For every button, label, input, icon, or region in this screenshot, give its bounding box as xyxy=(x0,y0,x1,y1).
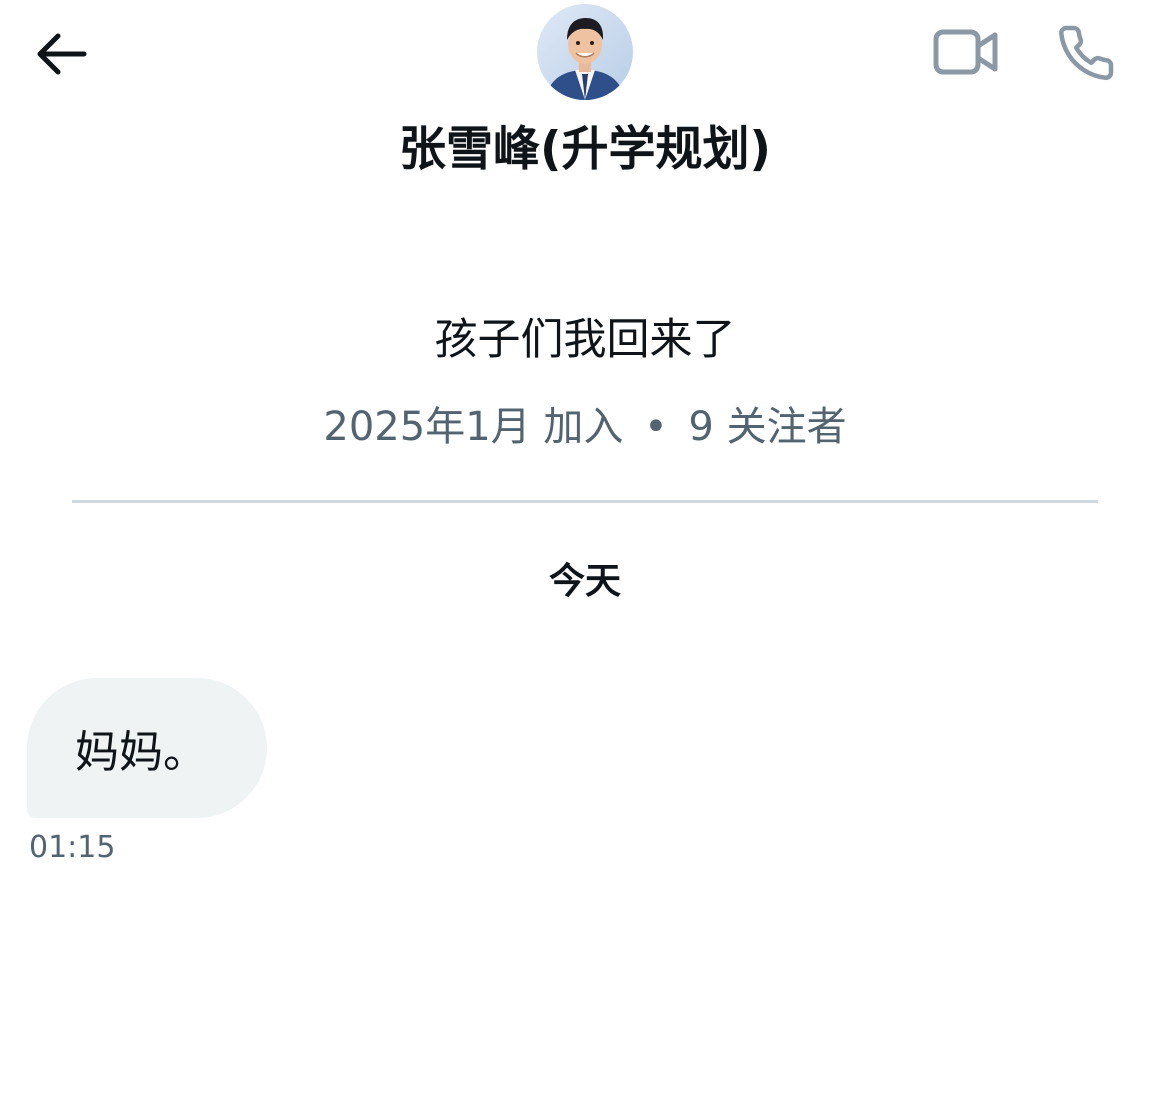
profile-meta: 2025年1月 加入 • 9 关注者 xyxy=(0,398,1170,456)
date-separator: 今天 xyxy=(548,561,621,602)
contact-name[interactable]: 张雪峰(升学规划) xyxy=(0,118,1170,182)
join-date: 2025年1月 加入 xyxy=(323,404,624,450)
voice-call-button[interactable] xyxy=(1050,18,1122,88)
message-text: 妈妈。 xyxy=(75,727,207,778)
video-call-button[interactable] xyxy=(928,22,1004,82)
divider xyxy=(72,500,1098,503)
meta-separator: • xyxy=(644,404,668,450)
profile-avatar xyxy=(537,4,633,100)
arrow-left-icon xyxy=(37,33,87,75)
followers-count[interactable]: 9 关注者 xyxy=(688,404,846,450)
back-button[interactable] xyxy=(26,24,94,84)
phone-icon xyxy=(1059,25,1114,81)
avatar[interactable] xyxy=(537,4,633,100)
message-timestamp: 01:15 xyxy=(29,830,116,865)
video-camera-icon xyxy=(933,29,998,75)
chat-header: 张雪峰(升学规划) xyxy=(0,0,1170,200)
message-bubble[interactable]: 妈妈。 xyxy=(27,678,267,818)
profile-bio: 孩子们我回来了 xyxy=(434,315,736,365)
